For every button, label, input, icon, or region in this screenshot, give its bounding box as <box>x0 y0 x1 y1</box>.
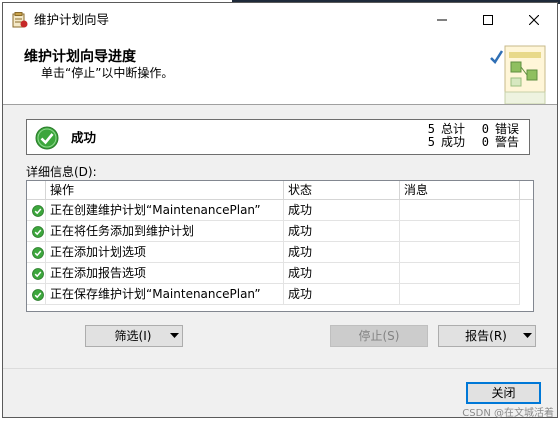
warning-count: 0 <box>481 135 489 149</box>
row-icon-cell <box>27 221 46 242</box>
row-message <box>400 242 520 263</box>
summary-counts: 5 总计 0 错误 5 成功 0 警告 <box>421 123 525 149</box>
maximize-button[interactable] <box>465 3 511 36</box>
status-panel: 成功 5 总计 0 错误 5 成功 0 警告 <box>26 119 530 155</box>
status-result: 成功 <box>71 130 97 145</box>
window-title: 维护计划向导 <box>34 12 110 27</box>
row-message <box>400 221 520 242</box>
success-label: 成功 <box>441 135 466 149</box>
header-icon-column <box>27 181 46 200</box>
table-row[interactable]: 正在创建维护计划“MaintenancePlan” 成功 <box>27 200 533 221</box>
success-check-icon <box>32 226 44 238</box>
title-bar[interactable]: 维护计划向导 <box>3 3 557 36</box>
column-header-status[interactable]: 状态 <box>284 181 400 200</box>
report-button-label: 报告(R) <box>465 329 507 343</box>
row-status: 成功 <box>284 200 400 221</box>
row-message <box>400 200 520 221</box>
row-status: 成功 <box>284 263 400 284</box>
row-icon-cell <box>27 200 46 221</box>
header-filler <box>520 181 533 200</box>
row-action: 正在将任务添加到维护计划 <box>46 221 284 242</box>
row-icon-cell <box>27 242 46 263</box>
table-row[interactable]: 正在添加计划选项 成功 <box>27 242 533 263</box>
grid-header: 操作 状态 消息 <box>27 181 533 200</box>
stop-button[interactable]: 停止(S) <box>330 325 428 347</box>
filter-button[interactable]: 筛选(I) <box>85 325 183 347</box>
wizard-window: 维护计划向导 维护计划向导进度 单击“停止”以中断操作。 成功 5 总计 0 错… <box>2 2 558 418</box>
success-check-icon <box>35 126 59 150</box>
success-count: 5 <box>427 135 435 149</box>
watermark-text: CSDN @在文城活着 <box>462 408 554 419</box>
success-check-icon <box>32 268 44 280</box>
report-button[interactable]: 报告(R) <box>438 325 536 347</box>
row-action: 正在保存维护计划“MaintenancePlan” <box>46 284 284 305</box>
minimize-icon <box>437 19 447 20</box>
row-icon-cell <box>27 284 46 305</box>
table-row[interactable]: 正在将任务添加到维护计划 成功 <box>27 221 533 242</box>
row-message <box>400 263 520 284</box>
app-icon <box>12 12 28 28</box>
row-action: 正在创建维护计划“MaintenancePlan” <box>46 200 284 221</box>
warning-label: 警告 <box>495 135 520 149</box>
close-button[interactable]: 关闭 <box>466 382 541 404</box>
dropdown-arrow-icon <box>169 333 179 338</box>
table-row[interactable]: 正在保存维护计划“MaintenancePlan” 成功 <box>27 284 533 305</box>
close-icon <box>529 14 539 25</box>
dropdown-arrow-icon <box>522 333 532 338</box>
filter-button-label: 筛选(I) <box>114 329 152 343</box>
footer-divider <box>3 368 557 369</box>
row-message <box>400 284 520 305</box>
success-check-icon <box>32 289 44 301</box>
wizard-graphic-icon <box>490 45 546 104</box>
success-check-icon <box>32 205 44 217</box>
page-title: 维护计划向导进度 <box>24 49 136 65</box>
wizard-header: 维护计划向导进度 单击“停止”以中断操作。 <box>3 36 557 105</box>
table-row[interactable]: 正在添加报告选项 成功 <box>27 263 533 284</box>
minimize-button[interactable] <box>419 3 465 36</box>
row-action: 正在添加计划选项 <box>46 242 284 263</box>
row-status: 成功 <box>284 242 400 263</box>
page-subtitle: 单击“停止”以中断操作。 <box>41 66 174 80</box>
row-status: 成功 <box>284 284 400 305</box>
row-icon-cell <box>27 263 46 284</box>
success-check-icon <box>32 247 44 259</box>
close-window-button[interactable] <box>511 3 557 36</box>
row-action: 正在添加报告选项 <box>46 263 284 284</box>
details-label: 详细信息(D): <box>26 165 97 179</box>
details-grid[interactable]: 操作 状态 消息 正在创建维护计划“MaintenancePlan” 成功 正在将任… <box>26 180 534 312</box>
row-status: 成功 <box>284 221 400 242</box>
maximize-icon <box>483 14 493 25</box>
column-header-action[interactable]: 操作 <box>46 181 284 200</box>
column-header-message[interactable]: 消息 <box>400 181 520 200</box>
